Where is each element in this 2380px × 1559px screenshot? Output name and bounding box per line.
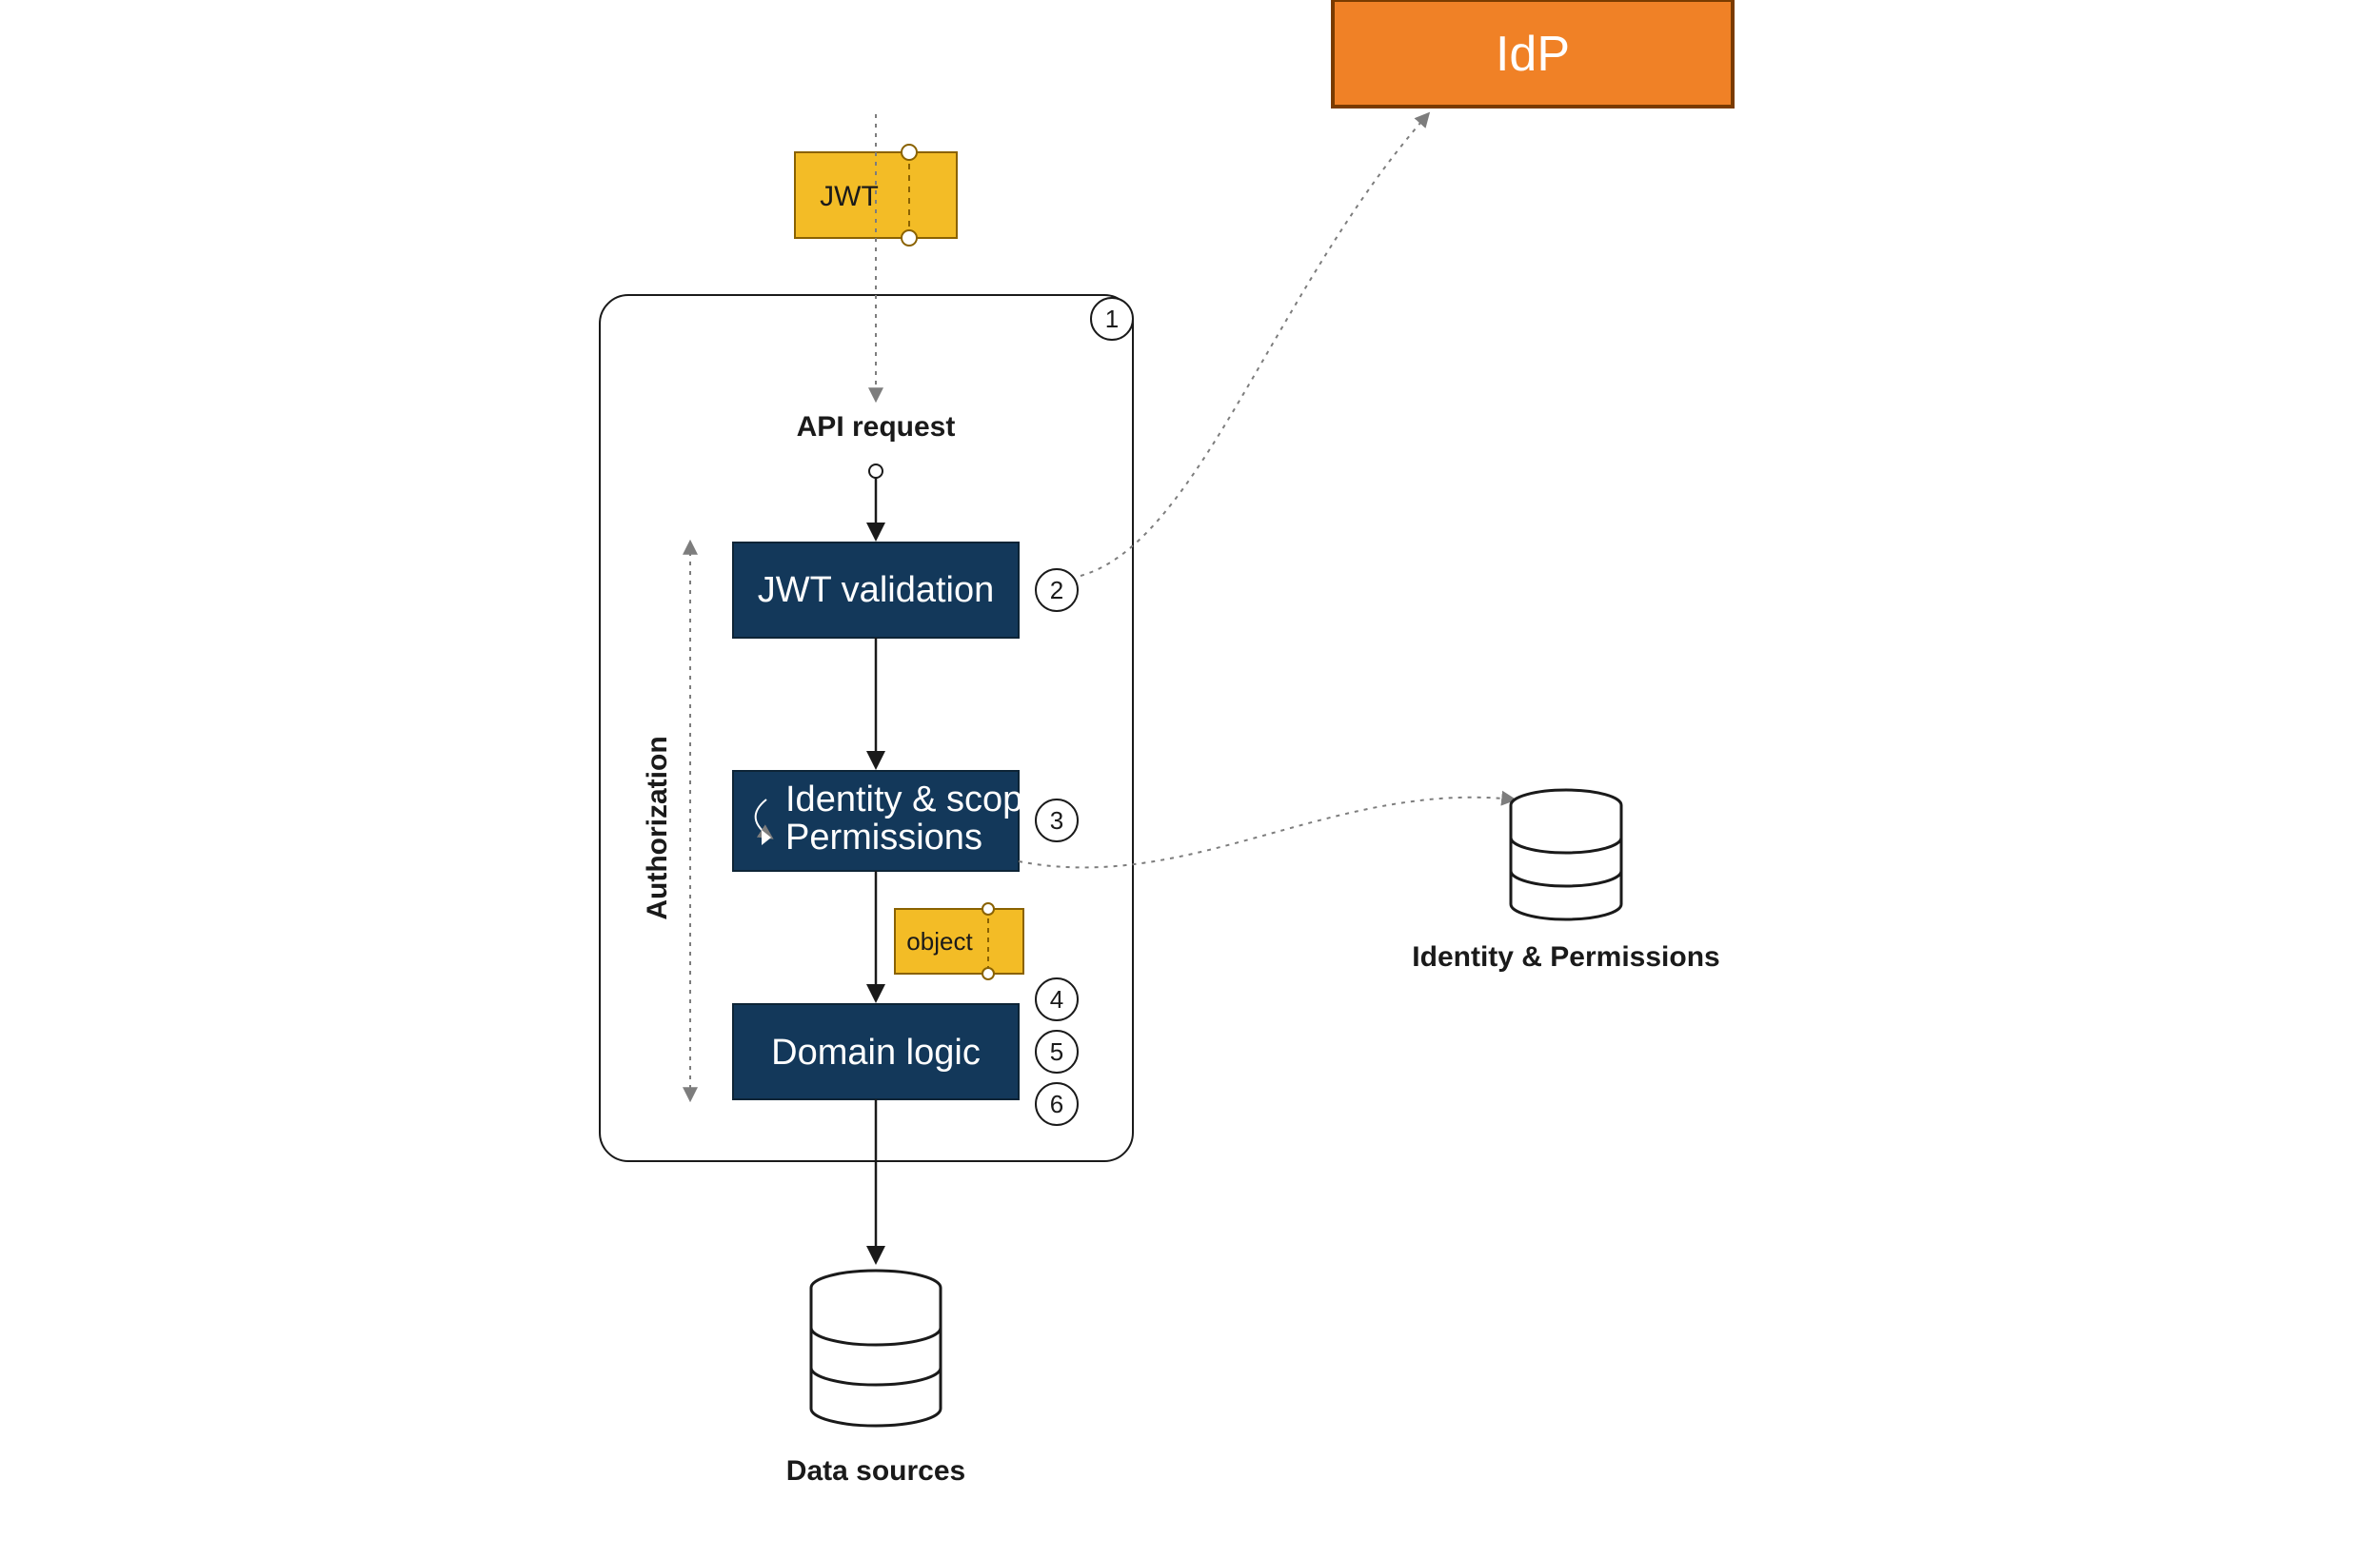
identity-permissions-box: Identity & scope Permissions	[733, 771, 1042, 871]
object-token: object	[895, 903, 1023, 979]
svg-text:5: 5	[1050, 1037, 1063, 1066]
api-request-label: API request	[797, 411, 956, 443]
jwt-validation-box: JWT validation	[733, 543, 1019, 638]
data-sources-label: Data sources	[786, 1455, 965, 1487]
data-sources-db-icon	[811, 1271, 941, 1426]
domain-logic-box: Domain logic	[733, 1004, 1019, 1099]
arrow-identity-to-db	[1019, 798, 1514, 868]
svg-text:6: 6	[1050, 1090, 1063, 1118]
identity-line1: Identity & scope	[785, 780, 1042, 819]
identity-db-icon	[1511, 790, 1621, 919]
svg-text:1: 1	[1105, 305, 1119, 333]
jwt-label: JWT	[820, 181, 879, 212]
step-6: 6	[1036, 1083, 1078, 1125]
svg-text:3: 3	[1050, 806, 1063, 835]
domain-logic-label: Domain logic	[771, 1033, 981, 1073]
object-label: object	[906, 927, 973, 956]
identity-line2: Permissions	[785, 818, 982, 858]
step-2: 2	[1036, 569, 1078, 611]
step-1: 1	[1091, 298, 1133, 340]
step-3: 3	[1036, 799, 1078, 841]
authorization-label: Authorization	[642, 736, 673, 919]
diagram-canvas: IdP JWT API request JWT validation Ident…	[0, 0, 2380, 1559]
api-request-port	[869, 464, 883, 478]
svg-text:2: 2	[1050, 576, 1063, 604]
jwt-validation-label: JWT validation	[758, 570, 995, 610]
idp-label: IdP	[1496, 27, 1570, 82]
step-4: 4	[1036, 978, 1078, 1020]
identity-db-label: Identity & Permissions	[1412, 941, 1719, 973]
idp-box: IdP	[1333, 0, 1733, 107]
svg-text:4: 4	[1050, 985, 1063, 1014]
step-5: 5	[1036, 1031, 1078, 1073]
